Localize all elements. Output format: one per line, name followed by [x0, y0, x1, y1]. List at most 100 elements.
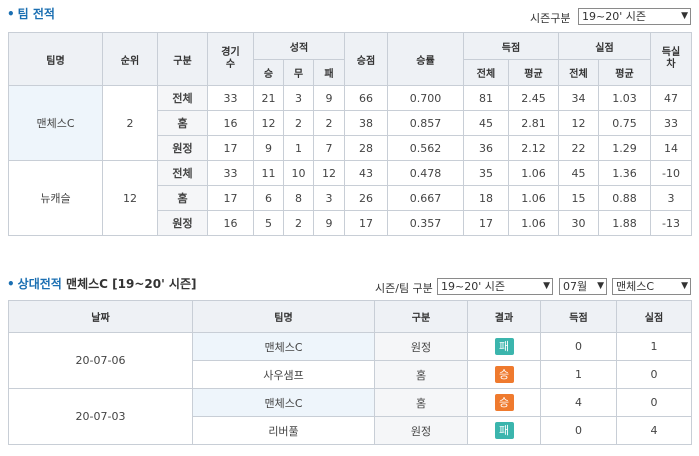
col-scored: 득점	[463, 32, 559, 60]
cell-ga: 15	[558, 185, 599, 211]
cell-points: 38	[344, 110, 388, 136]
cell-type: 홈	[374, 388, 468, 417]
result-badge-loss: 패	[494, 422, 514, 439]
cell-team: 리버풀	[192, 416, 375, 445]
col-scored-total: 전체	[463, 59, 509, 86]
table-row: 20-07-06 맨체스C 원정 패 0 1	[8, 332, 692, 389]
cell-gf: 1	[540, 360, 617, 389]
cell-gf: 4	[540, 388, 617, 417]
cell-ga-avg: 0.75	[598, 110, 651, 136]
cell-ga-avg: 0.88	[598, 185, 651, 211]
chevron-down-icon: ▼	[681, 281, 688, 291]
month-value: 07월	[563, 280, 588, 293]
cell-win: 12	[253, 110, 284, 136]
cell-win: 6	[253, 185, 284, 211]
head-to-head-title: • 상대전적 맨체스C [19~20' 시즌]	[7, 277, 197, 291]
cell-diff: -10	[650, 160, 692, 186]
cell-loss: 9	[313, 210, 345, 236]
cell-ga: 1	[616, 332, 692, 361]
season-select[interactable]: 19~20' 시즌 ▼	[578, 8, 691, 25]
cell-result: 승	[467, 388, 541, 417]
title-bullet-icon: •	[7, 7, 15, 21]
col-type: 구분	[374, 300, 468, 333]
cell-loss: 9	[313, 85, 345, 111]
cell-points: 43	[344, 160, 388, 186]
cell-rate: 0.478	[387, 160, 464, 186]
team-rank: 12	[102, 160, 158, 236]
col-team: 팀명	[192, 300, 375, 333]
cell-ga: 22	[558, 135, 599, 161]
cell-points: 17	[344, 210, 388, 236]
cell-diff: 33	[650, 110, 692, 136]
cell-rate: 0.357	[387, 210, 464, 236]
cell-games: 17	[207, 135, 254, 161]
cell-draw: 1	[283, 135, 314, 161]
cell-win: 9	[253, 135, 284, 161]
col-points: 승점	[344, 32, 388, 86]
table-row: 맨체스C 2 전체 33 21 3 9 66 0.700 81 2.45 34 …	[8, 85, 692, 161]
cell-win: 21	[253, 85, 284, 111]
cell-draw: 3	[283, 85, 314, 111]
col-conceded-avg: 평균	[598, 59, 651, 86]
h2h-season-select[interactable]: 19~20' 시즌 ▼	[437, 278, 553, 295]
cell-gf: 18	[463, 185, 509, 211]
cell-draw: 2	[283, 210, 314, 236]
cell-rate: 0.700	[387, 85, 464, 111]
col-result: 결과	[467, 300, 541, 333]
col-conceded: 실점	[616, 300, 692, 333]
col-win-rate: 승률	[387, 32, 464, 86]
cell-type: 홈	[374, 360, 468, 389]
cell-ga-avg: 1.29	[598, 135, 651, 161]
cell-games: 16	[207, 110, 254, 136]
cell-gf-avg: 2.45	[508, 85, 559, 111]
cell-ga: 12	[558, 110, 599, 136]
cell-games: 33	[207, 160, 254, 186]
head-to-head-table: 날짜 팀명 구분 결과 득점 실점 20-07-06 맨체스C 원정 패 0 1…	[8, 300, 692, 445]
row-type: 전체	[157, 160, 208, 186]
chevron-down-icon: ▼	[597, 281, 604, 291]
cell-result: 패	[467, 416, 541, 445]
row-type: 홈	[157, 185, 208, 211]
filter-label: 시즌/팀 구분	[375, 282, 433, 295]
cell-points: 66	[344, 85, 388, 111]
cell-result: 패	[467, 332, 541, 361]
cell-points: 28	[344, 135, 388, 161]
cell-win: 11	[253, 160, 284, 186]
title-bullet-icon: •	[7, 277, 15, 291]
cell-ga: 34	[558, 85, 599, 111]
result-badge-win: 승	[494, 394, 514, 411]
cell-games: 17	[207, 185, 254, 211]
cell-gf: 45	[463, 110, 509, 136]
month-select[interactable]: 07월 ▼	[559, 278, 607, 295]
h2h-season-value: 19~20' 시즌	[441, 280, 505, 293]
col-conceded-total: 전체	[558, 59, 599, 86]
head-to-head-subtitle: 맨체스C [19~20' 시즌]	[66, 277, 197, 291]
cell-ga: 0	[616, 388, 692, 417]
col-date: 날짜	[8, 300, 193, 333]
team-rank: 2	[102, 85, 158, 161]
cell-gf-avg: 1.06	[508, 160, 559, 186]
team-name: 맨체스C	[8, 85, 103, 161]
col-games: 경기수	[207, 32, 254, 86]
chevron-down-icon: ▼	[543, 281, 550, 291]
cell-ga: 45	[558, 160, 599, 186]
team-select[interactable]: 맨체스C ▼	[612, 278, 691, 295]
match-date: 20-07-06	[8, 332, 193, 389]
cell-points: 26	[344, 185, 388, 211]
col-conceded: 실점	[558, 32, 651, 60]
cell-gf: 81	[463, 85, 509, 111]
cell-rate: 0.667	[387, 185, 464, 211]
cell-team: 사우샘프	[192, 360, 375, 389]
cell-draw: 10	[283, 160, 314, 186]
cell-gf-avg: 2.12	[508, 135, 559, 161]
cell-gf-avg: 1.06	[508, 185, 559, 211]
team-record-title: • 팀 전적	[7, 7, 55, 21]
cell-gf: 0	[540, 416, 617, 445]
cell-gf-avg: 2.81	[508, 110, 559, 136]
cell-diff: -13	[650, 210, 692, 236]
cell-team: 맨체스C	[192, 332, 375, 361]
match-date: 20-07-03	[8, 388, 193, 445]
cell-draw: 2	[283, 110, 314, 136]
cell-loss: 2	[313, 110, 345, 136]
col-diff: 득실차	[650, 32, 692, 86]
